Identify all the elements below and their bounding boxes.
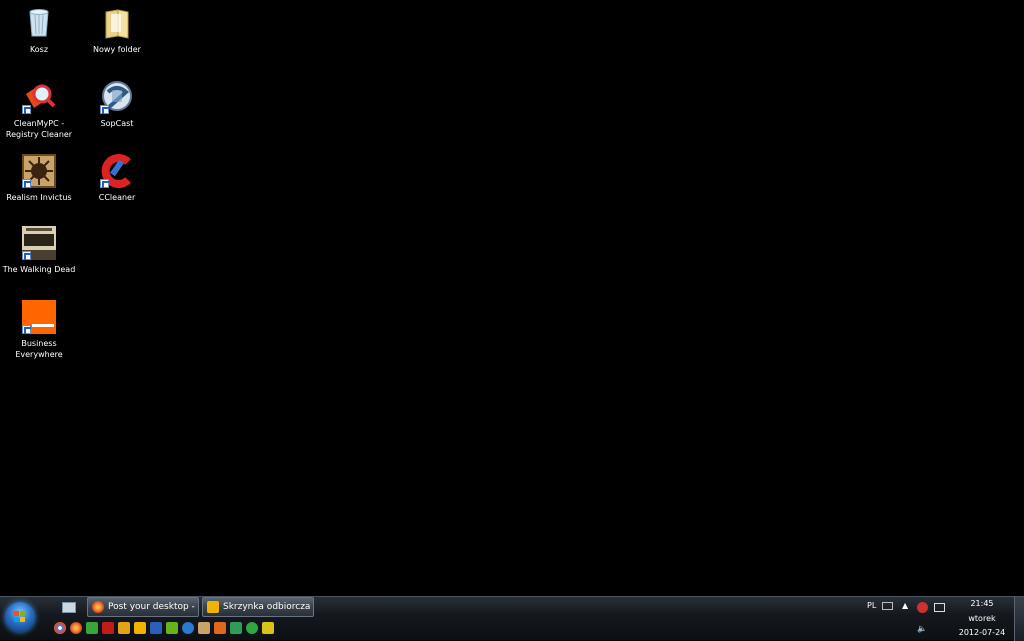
lightning-app-icon[interactable]	[118, 622, 130, 634]
desktop-icon-business-everywhere[interactable]: Business Everywhere	[1, 300, 77, 360]
keyboard-icon[interactable]	[882, 602, 893, 610]
desktop-icon-label: Realism Invictus	[6, 193, 72, 202]
taskbar-window-firefox[interactable]: Post your desktop - ...	[87, 597, 199, 617]
firefox-icon	[92, 601, 104, 613]
network-icon[interactable]	[934, 603, 945, 612]
shortcut-arrow-icon	[100, 105, 109, 114]
shortcut-arrow-icon	[22, 105, 31, 114]
recycle-bin-icon	[22, 6, 56, 40]
window-title: Post your desktop - ...	[108, 602, 199, 612]
blue-circle-icon[interactable]	[182, 622, 194, 634]
realism-invictus-icon	[22, 154, 56, 188]
clock-time: 21:45	[970, 599, 994, 608]
outlook-icon[interactable]	[134, 622, 146, 634]
yellow-app-icon[interactable]	[262, 622, 274, 634]
chrome-icon[interactable]	[54, 622, 66, 634]
desktop-icon-label: Business Everywhere	[15, 339, 63, 359]
desktop-icon-label: The Walking Dead	[2, 265, 76, 274]
sopcast-icon	[100, 80, 134, 114]
green-circle-icon[interactable]	[246, 622, 258, 634]
firefox-icon[interactable]	[70, 622, 82, 634]
desktop-icon-new-folder[interactable]: Nowy folder	[79, 6, 155, 55]
shortcut-arrow-icon	[100, 179, 109, 188]
clock[interactable]: 21:45 wtorek 2012-07-24	[950, 597, 1014, 641]
desktop-icon-label: CCleaner	[98, 193, 136, 202]
realism-icon[interactable]	[198, 622, 210, 634]
notepad-icon[interactable]	[166, 622, 178, 634]
desktop-icon-label: CleanMyPC - Registry Cleaner	[5, 119, 73, 139]
desktop-icon-recycle-bin[interactable]: Kosz	[1, 6, 77, 55]
desktop-icon-cleanmypc[interactable]: CleanMyPC - Registry Cleaner	[1, 80, 77, 140]
orange-icon[interactable]	[214, 622, 226, 634]
orange-business-icon	[22, 300, 56, 334]
folder-icon	[100, 6, 134, 40]
clock-date: 2012-07-24	[958, 628, 1006, 637]
desktop-icon-label: Kosz	[29, 45, 49, 54]
language-indicator[interactable]: PL	[867, 601, 876, 610]
window-title: Skrzynka odbiorcza ...	[223, 602, 314, 612]
desktop-icon-realism-invictus[interactable]: Realism Invictus	[1, 154, 77, 203]
desktop: Kosz Nowy folder CleanMyPC - Registry Cl…	[0, 0, 1024, 596]
taskbar-window-outlook[interactable]: Skrzynka odbiorcza ...	[202, 597, 314, 617]
desktop-icon-walking-dead[interactable]: The Walking Dead	[1, 226, 77, 275]
show-hidden-icons-icon[interactable]: ▲	[902, 601, 908, 610]
shortcut-arrow-icon	[22, 179, 31, 188]
red-app-icon[interactable]	[102, 622, 114, 634]
clock-day: wtorek	[968, 614, 996, 623]
desktop-icon-label: Nowy folder	[93, 45, 141, 54]
volume-icon[interactable]: 🔈	[917, 624, 927, 633]
start-button[interactable]	[5, 602, 35, 632]
word-icon[interactable]	[150, 622, 162, 634]
desktop-icon-label: SopCast	[100, 119, 134, 128]
desktop-icon-sopcast[interactable]: SopCast	[79, 80, 155, 129]
green-cube-icon[interactable]	[230, 622, 242, 634]
shortcut-arrow-icon	[22, 325, 31, 334]
show-desktop-button[interactable]	[1014, 597, 1024, 641]
outlook-icon	[207, 601, 219, 613]
taskbar: Post your desktop - ... Skrzynka odbiorc…	[0, 596, 1024, 641]
antivirus-tray-icon[interactable]	[917, 602, 928, 613]
cleanmypc-icon	[22, 80, 56, 114]
windows-logo-icon	[14, 611, 26, 623]
ccleaner-icon	[100, 154, 134, 188]
green-app-icon[interactable]	[86, 622, 98, 634]
explorer-icon[interactable]	[62, 602, 76, 613]
shortcut-arrow-icon	[22, 251, 31, 260]
walking-dead-icon	[22, 226, 56, 260]
desktop-icon-ccleaner[interactable]: CCleaner	[79, 154, 155, 203]
